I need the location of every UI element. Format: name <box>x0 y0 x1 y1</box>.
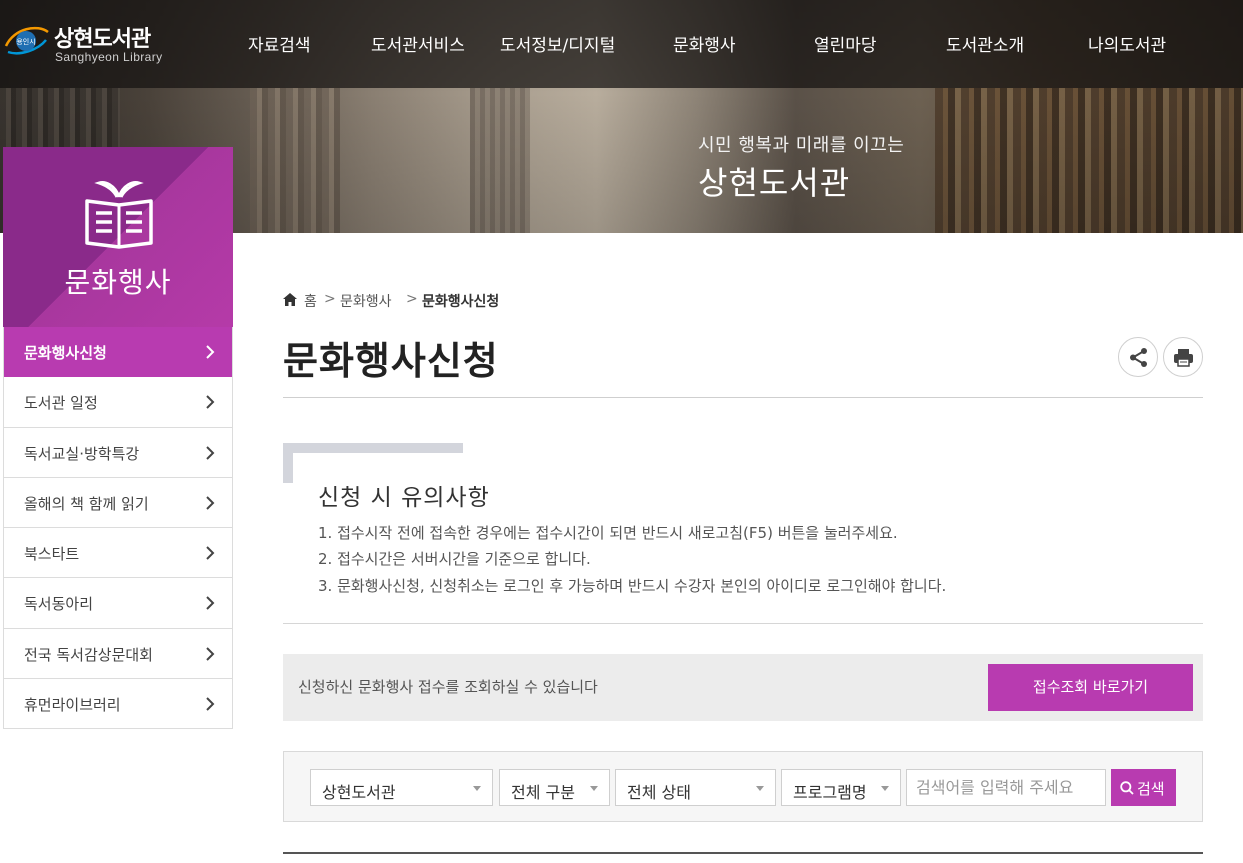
corner-bar <box>283 443 463 453</box>
yongin-emblem-icon: 용인시 <box>4 26 49 55</box>
notice-line: 3. 문화행사신청, 신청취소는 로그인 후 가능하며 반드시 수강자 본인의 … <box>318 577 947 595</box>
hero-library-name: 상현도서관 <box>698 164 851 202</box>
notice-line: 2. 접수시간은 서버시간을 기준으로 합니다. <box>318 550 591 568</box>
gnb-item-search[interactable]: 자료검색 <box>248 31 311 56</box>
sidebar-item-label: 독서교실·방학특강 <box>24 444 140 463</box>
search-field-select-value: 프로그램명 <box>793 783 867 802</box>
breadcrumb-current: 문화행사신청 <box>422 294 500 310</box>
notice-corner-decoration <box>283 443 463 483</box>
home-icon[interactable] <box>283 293 297 306</box>
notice-title: 신청 시 유의사항 <box>318 485 490 511</box>
sidebar-item-label: 휴먼라이브러리 <box>24 696 121 715</box>
sidebar-item-label: 전국 독서감상문대회 <box>24 645 153 664</box>
chevron-right-icon <box>206 345 215 359</box>
search-button[interactable]: 검색 <box>1111 769 1176 806</box>
lookup-description: 신청하신 문화행사 접수를 조회하실 수 있습니다 <box>298 678 598 696</box>
print-button[interactable] <box>1163 337 1203 377</box>
sidebar-item-bookstart[interactable]: 북스타트 <box>4 528 232 579</box>
top-navigation: 용인시 상현도서관 Sanghyeon Library 자료검색 도서관서비스 … <box>0 0 1243 88</box>
share-icon <box>1130 348 1147 367</box>
breadcrumb-culture[interactable]: 문화행사 <box>340 291 392 311</box>
caret-down-icon <box>590 786 598 791</box>
caret-down-icon <box>473 786 481 791</box>
sidebar-item-label: 문화행사신청 <box>24 344 107 362</box>
library-select-value: 상현도서관 <box>322 783 396 802</box>
sidebar-title: 문화행사 <box>64 266 172 299</box>
corner-bar <box>283 443 293 483</box>
list-top-border <box>283 852 1203 854</box>
sidebar-item-library-schedule[interactable]: 도서관 일정 <box>4 377 232 428</box>
chevron-right-icon <box>206 496 215 510</box>
gnb-item-services[interactable]: 도서관서비스 <box>371 31 465 56</box>
gnb-item-my-library[interactable]: 나의도서관 <box>1088 31 1166 56</box>
sidebar-item-culture-apply[interactable]: 문화행사신청 <box>4 327 232 378</box>
search-input[interactable] <box>906 769 1106 806</box>
chevron-right-icon <box>206 445 215 460</box>
gnb-item-community[interactable]: 열린마당 <box>814 31 877 56</box>
sidebar-item-reading-class[interactable]: 독서교실·방학특강 <box>4 428 232 478</box>
sidebar-item-book-of-year[interactable]: 올해의 책 함께 읽기 <box>4 478 232 529</box>
sidebar-item-essay-contest[interactable]: 전국 독서감상문대회 <box>4 629 232 680</box>
chevron-right-icon <box>206 395 215 410</box>
share-button[interactable] <box>1118 337 1158 377</box>
sidebar-header: 문화행사 <box>3 147 233 327</box>
chevron-right-icon <box>206 697 215 711</box>
breadcrumb-separator: > <box>406 291 418 307</box>
lookup-registration-button[interactable]: 접수조회 바로가기 <box>988 664 1193 711</box>
breadcrumb-separator: > <box>324 291 336 307</box>
library-select[interactable]: 상현도서관 <box>310 769 493 806</box>
logo-title: 상현도서관 <box>54 27 151 52</box>
sidebar-item-label: 독서동아리 <box>24 595 94 614</box>
chevron-right-icon <box>206 647 215 661</box>
notice-line: 1. 접수시작 전에 접속한 경우에는 접수시간이 되면 반드시 새로고침(F5… <box>318 524 898 542</box>
breadcrumb-home[interactable]: 홈 <box>304 291 317 311</box>
search-icon <box>1120 781 1134 795</box>
logo-subtitle: Sanghyeon Library <box>55 50 163 64</box>
caret-down-icon <box>756 786 764 791</box>
category-select-value: 전체 구분 <box>511 783 575 802</box>
page-title: 문화행사신청 <box>283 339 499 383</box>
sidebar-item-label: 올해의 책 함께 읽기 <box>24 494 149 513</box>
search-field-select[interactable]: 프로그램명 <box>781 769 901 806</box>
sidebar-item-label: 북스타트 <box>24 545 80 564</box>
open-book-icon <box>85 181 153 249</box>
sidebar-menu: 문화행사신청 도서관 일정 독서교실·방학특강 올해의 책 함께 읽기 북스타트… <box>3 327 233 730</box>
sidebar-item-reading-club[interactable]: 독서동아리 <box>4 578 232 629</box>
section-divider <box>283 623 1203 624</box>
sidebar-item-label: 도서관 일정 <box>24 394 98 413</box>
search-button-label: 검색 <box>1137 780 1165 798</box>
title-divider <box>283 397 1203 398</box>
chevron-right-icon <box>206 596 215 611</box>
gnb-item-about[interactable]: 도서관소개 <box>946 31 1024 56</box>
hero-slogan: 시민 행복과 미래를 이끄는 <box>698 135 905 156</box>
registration-lookup-bar: 신청하신 문화행사 접수를 조회하실 수 있습니다 접수조회 바로가기 <box>283 654 1203 721</box>
gnb-item-culture[interactable]: 문화행사 <box>673 31 736 56</box>
status-select[interactable]: 전체 상태 <box>615 769 776 806</box>
site-logo[interactable]: 용인시 상현도서관 Sanghyeon Library <box>4 18 184 68</box>
sidebar-item-human-library[interactable]: 휴먼라이브러리 <box>4 679 232 730</box>
category-select[interactable]: 전체 구분 <box>499 769 610 806</box>
status-select-value: 전체 상태 <box>627 783 691 802</box>
caret-down-icon <box>881 786 889 791</box>
print-icon <box>1174 349 1193 367</box>
logo-emblem-text: 용인시 <box>16 37 35 46</box>
search-panel: 상현도서관 전체 구분 전체 상태 프로그램명 검색 <box>283 751 1203 822</box>
gnb-item-books-digital[interactable]: 도서정보/디지털 <box>500 31 615 56</box>
chevron-right-icon <box>206 546 215 560</box>
